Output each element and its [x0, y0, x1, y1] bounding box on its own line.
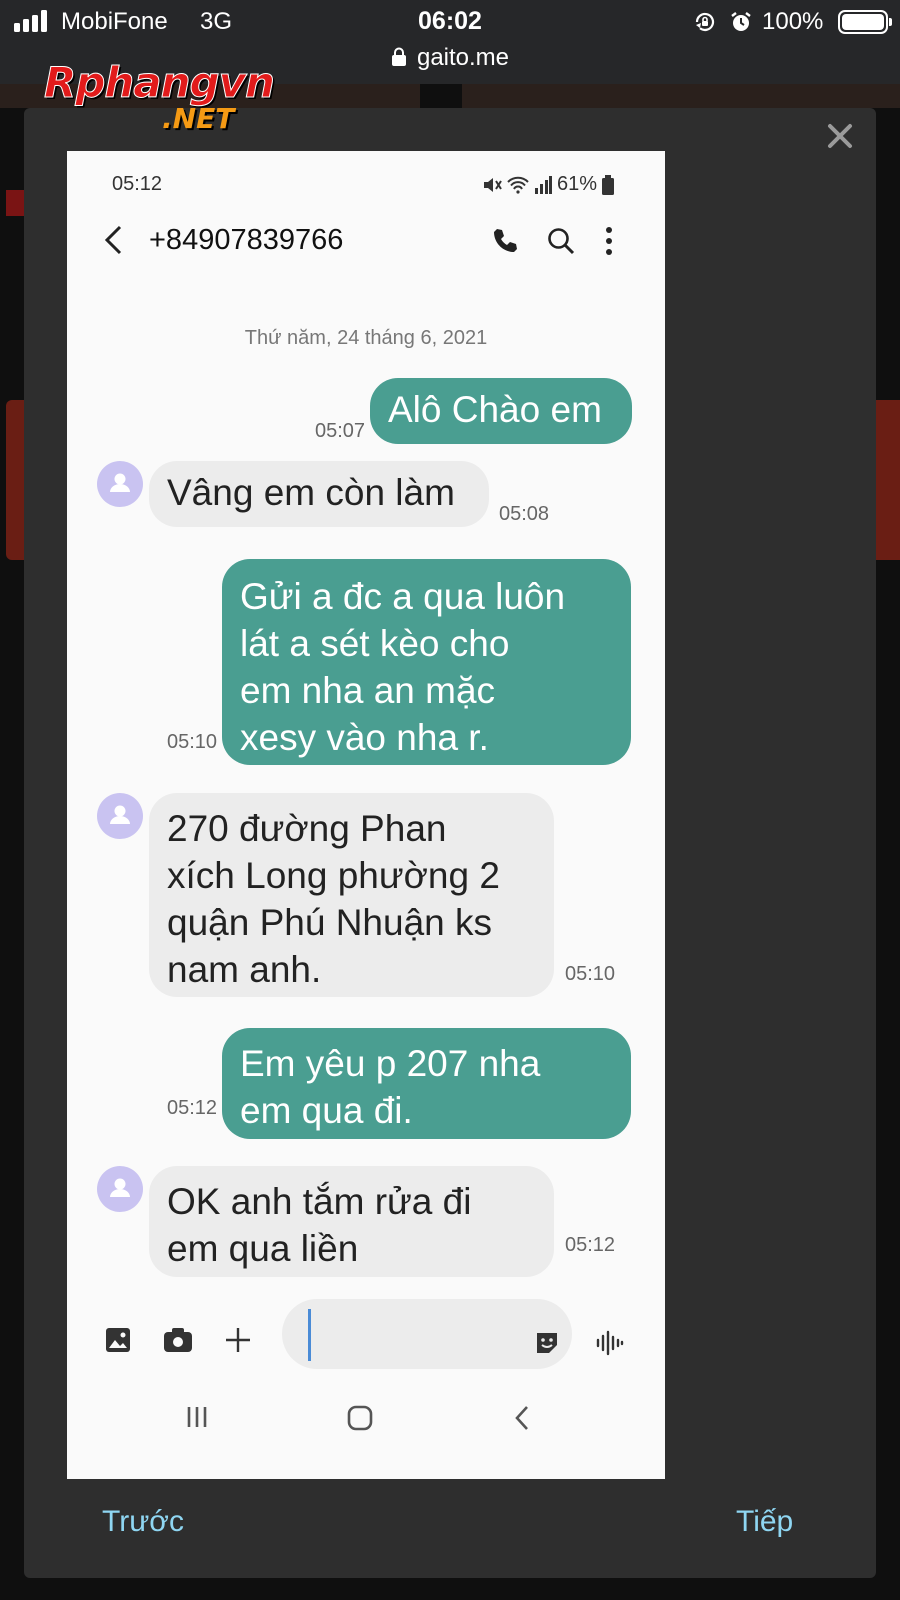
date-separator: Thứ năm, 24 tháng 6, 2021 — [244, 327, 488, 349]
outgoing-message[interactable]: Alô Chào em — [370, 378, 632, 444]
contact-avatar[interactable] — [97, 461, 143, 507]
battery-icon — [838, 10, 892, 34]
close-icon[interactable] — [826, 122, 854, 150]
message-time: 05:10 — [167, 731, 218, 753]
phone-icon[interactable] — [491, 227, 519, 255]
url-text: gaito.me — [416, 44, 510, 71]
incoming-message[interactable]: Vâng em còn làm — [149, 461, 489, 527]
alarm-icon — [731, 12, 751, 31]
plus-icon[interactable] — [225, 1327, 251, 1353]
incoming-message[interactable]: OK anh tắm rửa đi em qua liền — [149, 1166, 554, 1277]
contact-number: +84907839766 — [149, 224, 344, 256]
message-time: 05:12 — [565, 1234, 616, 1256]
message-time: 05:07 — [315, 420, 366, 442]
battery-icon — [602, 174, 615, 195]
cell-signal-icon — [535, 175, 552, 194]
incoming-message[interactable]: 270 đường Phan xích Long phường 2 quận P… — [149, 793, 554, 997]
person-icon — [110, 805, 130, 824]
recent-apps-icon[interactable] — [185, 1405, 209, 1429]
battery-percent: 100% — [762, 8, 824, 35]
contact-avatar[interactable] — [97, 1166, 143, 1212]
mute-icon — [484, 177, 502, 192]
text-cursor — [308, 1309, 311, 1361]
message-screenshot: 05:12 61% +84907839766 Thứ năm, 24 tháng… — [67, 151, 665, 1479]
watermark-sub: .NET — [162, 102, 235, 135]
message-time: 05:10 — [565, 963, 616, 985]
rotation-lock-icon — [695, 12, 715, 32]
outgoing-message[interactable]: Gửi a đc a qua luôn lát a sét kèo cho em… — [222, 559, 631, 765]
message-input[interactable] — [282, 1299, 572, 1369]
wifi-icon — [507, 176, 529, 194]
person-icon — [110, 1178, 130, 1197]
message-time: 05:12 — [167, 1097, 218, 1119]
back-arrow-icon[interactable] — [102, 224, 124, 256]
sticker-icon[interactable] — [533, 1329, 561, 1357]
outgoing-message[interactable]: Em yêu p 207 nha em qua đi. — [222, 1028, 631, 1139]
home-icon[interactable] — [347, 1405, 373, 1431]
more-options-icon[interactable] — [604, 225, 614, 257]
screenshot-status-icons: 61% — [482, 173, 615, 196]
next-button[interactable]: Tiếp — [736, 1505, 793, 1539]
message-time: 05:08 — [499, 503, 550, 525]
contact-avatar[interactable] — [97, 793, 143, 839]
gallery-icon[interactable] — [105, 1327, 131, 1353]
screenshot-battery-percent: 61% — [557, 173, 598, 195]
lock-icon — [391, 47, 406, 66]
watermark-logo: Rphangvn .NET — [44, 58, 276, 136]
voice-record-icon[interactable] — [595, 1329, 625, 1357]
nav-back-icon[interactable] — [513, 1405, 531, 1431]
camera-icon[interactable] — [163, 1327, 193, 1353]
search-icon[interactable] — [547, 227, 575, 255]
previous-button[interactable]: Trước — [102, 1505, 184, 1539]
watermark-main: Rphangvn — [44, 58, 276, 108]
background-thumbnail — [462, 84, 900, 108]
person-icon — [110, 473, 130, 492]
screenshot-clock: 05:12 — [112, 173, 163, 195]
